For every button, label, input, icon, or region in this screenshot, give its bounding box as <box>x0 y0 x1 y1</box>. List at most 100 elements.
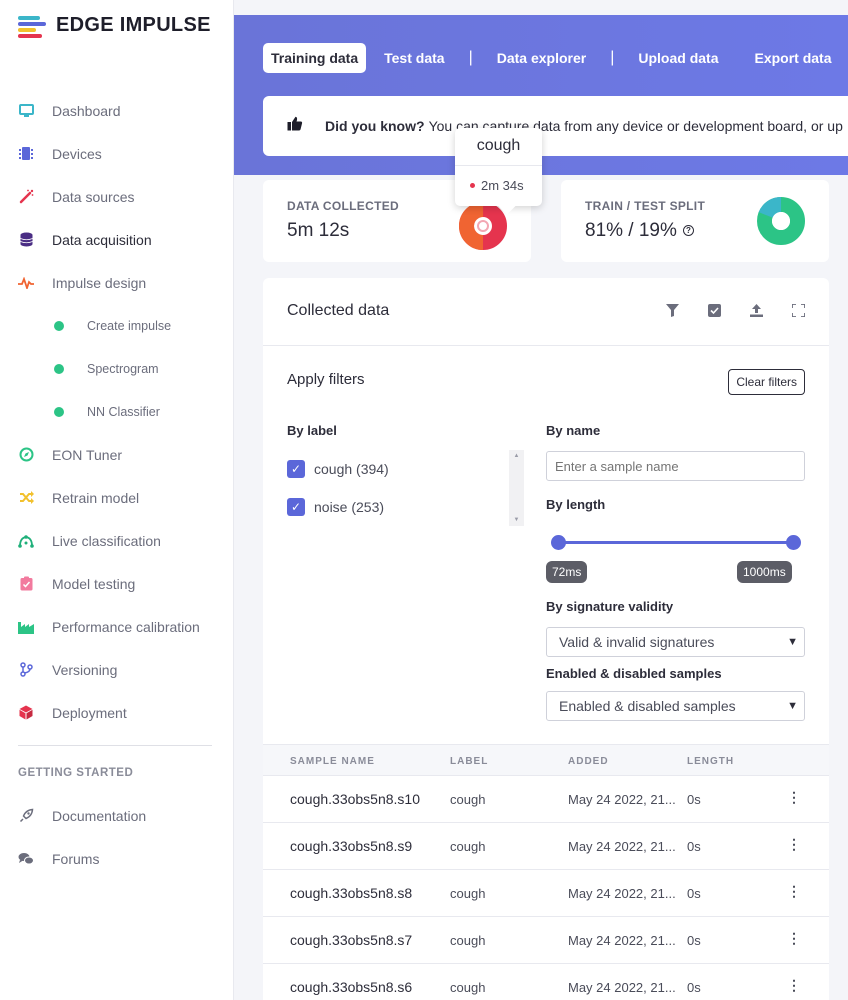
help-icon[interactable]: ? <box>682 225 694 236</box>
clipboard-check-icon <box>18 576 34 592</box>
sidebar-subitem-create-impulse[interactable]: Create impulse <box>0 304 233 347</box>
sidebar-subitem-nn-classifier[interactable]: NN Classifier <box>0 390 233 433</box>
row-menu-icon[interactable]: ⋮ <box>787 930 801 947</box>
signature-validity-select[interactable]: Valid & invalid signatures ▼ <box>546 627 805 657</box>
sample-name-cell[interactable]: cough.33obs5n8.s9 <box>290 838 412 854</box>
train-test-split-donut[interactable] <box>757 197 805 245</box>
tab-data-explorer[interactable]: Data explorer <box>489 43 594 73</box>
sidebar-item-data-sources[interactable]: Data sources <box>0 175 233 218</box>
length-min-label: 72ms <box>546 561 588 583</box>
sample-added-cell: May 24 2022, 21... <box>568 980 676 995</box>
row-menu-icon[interactable]: ⋮ <box>787 977 801 994</box>
sidebar-item-live-classification[interactable]: Live classification <box>0 519 233 562</box>
sample-name-cell[interactable]: cough.33obs5n8.s10 <box>290 791 420 807</box>
scroll-up-icon[interactable]: ▲ <box>509 453 524 459</box>
sample-length-cell: 0s <box>687 839 701 854</box>
tab-export-data[interactable]: Export data <box>746 43 839 73</box>
donut-tooltip: cough 2m 34s <box>455 128 542 206</box>
label-filter-text: noise (253) <box>314 499 385 515</box>
by-length-heading: By length <box>546 497 606 512</box>
enabled-samples-heading: Enabled & disabled samples <box>546 666 722 681</box>
sidebar: EDGE IMPULSE Dashboard Devices Data sour… <box>0 0 234 1000</box>
filter-icon[interactable] <box>665 303 679 317</box>
sidebar-item-data-acquisition[interactable]: Data acquisition <box>0 218 233 261</box>
sidebar-item-retrain-model[interactable]: Retrain model <box>0 476 233 519</box>
sidebar-item-documentation[interactable]: Documentation <box>0 794 233 837</box>
length-slider-track[interactable] <box>558 541 794 544</box>
tab-test-data[interactable]: Test data <box>376 43 452 73</box>
brand-name: EDGE IMPULSE <box>56 14 211 36</box>
sidebar-item-label: Dashboard <box>52 102 121 119</box>
sample-name-cell[interactable]: cough.33obs5n8.s8 <box>290 885 412 901</box>
edge-impulse-logo-icon <box>18 15 48 38</box>
tooltip-divider <box>455 165 542 166</box>
data-collected-donut[interactable] <box>459 202 507 250</box>
label-filter-cough[interactable]: ✓ cough (394) <box>287 450 524 488</box>
select-value: Valid & invalid signatures <box>559 634 715 650</box>
sample-added-cell: May 24 2022, 21... <box>568 839 676 854</box>
chip-icon <box>18 146 34 162</box>
sidebar-item-label: Data acquisition <box>52 231 152 248</box>
label-list-scrollbar[interactable]: ▲ ▼ <box>509 450 524 526</box>
apply-filters-title: Apply filters <box>287 371 365 388</box>
tooltip-title: cough <box>476 137 521 154</box>
sidebar-item-eon-tuner[interactable]: EON Tuner <box>0 433 233 476</box>
sidebar-item-devices[interactable]: Devices <box>0 132 233 175</box>
sample-name-input[interactable] <box>546 451 805 481</box>
expand-icon[interactable] <box>791 303 805 317</box>
sample-label-cell: cough <box>450 886 486 901</box>
by-signature-heading: By signature validity <box>546 599 674 614</box>
row-menu-icon[interactable]: ⋮ <box>787 789 801 806</box>
checkbox-checked-icon[interactable]: ✓ <box>287 460 305 478</box>
row-menu-icon[interactable]: ⋮ <box>787 883 801 900</box>
sidebar-subitem-spectrogram[interactable]: Spectrogram <box>0 347 233 390</box>
table-row[interactable]: cough.33obs5n8.s6 cough May 24 2022, 21.… <box>263 964 829 1000</box>
scroll-down-icon[interactable]: ▼ <box>509 517 524 523</box>
sidebar-item-model-testing[interactable]: Model testing <box>0 562 233 605</box>
sidebar-item-forums[interactable]: Forums <box>0 837 233 880</box>
sample-label-cell: cough <box>450 980 486 995</box>
sidebar-item-deployment[interactable]: Deployment <box>0 691 233 734</box>
sample-length-cell: 0s <box>687 933 701 948</box>
label-filter-noise[interactable]: ✓ noise (253) <box>287 488 524 526</box>
sidebar-item-performance-calibration[interactable]: Performance calibration <box>0 605 233 648</box>
sidebar-item-label: Performance calibration <box>52 618 200 635</box>
sidebar-item-label: Documentation <box>52 807 147 824</box>
tab-training-data[interactable]: Training data <box>263 43 367 73</box>
sidebar-item-impulse-design[interactable]: Impulse design <box>0 261 233 304</box>
column-header-added[interactable]: ADDED <box>568 756 609 767</box>
clear-filters-button[interactable]: Clear filters <box>728 369 805 395</box>
column-header-length[interactable]: LENGTH <box>687 756 734 767</box>
length-slider-min-handle[interactable] <box>551 535 566 550</box>
table-row[interactable]: cough.33obs5n8.s7 cough May 24 2022, 21.… <box>263 917 829 964</box>
brand-logo[interactable]: EDGE IMPULSE <box>18 14 211 38</box>
column-header-sample-name[interactable]: SAMPLE NAME <box>290 756 375 767</box>
wand-icon <box>18 189 34 205</box>
rocket-icon <box>18 808 34 824</box>
sample-name-cell[interactable]: cough.33obs5n8.s6 <box>290 979 412 995</box>
banner-title: Did you know? <box>325 118 425 134</box>
table-row[interactable]: cough.33obs5n8.s9 cough May 24 2022, 21.… <box>263 823 829 870</box>
sample-label-cell: cough <box>450 792 486 807</box>
select-checkbox-icon[interactable] <box>707 303 721 317</box>
sample-added-cell: May 24 2022, 21... <box>568 792 676 807</box>
table-row[interactable]: cough.33obs5n8.s8 cough May 24 2022, 21.… <box>263 870 829 917</box>
row-menu-icon[interactable]: ⋮ <box>787 836 801 853</box>
column-header-label[interactable]: LABEL <box>450 756 488 767</box>
table-row[interactable]: cough.33obs5n8.s10 cough May 24 2022, 21… <box>263 776 829 823</box>
sample-length-cell: 0s <box>687 980 701 995</box>
train-test-split-label: TRAIN / TEST SPLIT <box>585 199 706 213</box>
sidebar-item-versioning[interactable]: Versioning <box>0 648 233 691</box>
upload-icon[interactable] <box>749 303 763 317</box>
sidebar-item-label: Devices <box>52 145 102 162</box>
length-slider-max-handle[interactable] <box>786 535 801 550</box>
sample-label-cell: cough <box>450 933 486 948</box>
sidebar-item-dashboard[interactable]: Dashboard <box>0 89 233 132</box>
checkbox-checked-icon[interactable]: ✓ <box>287 498 305 516</box>
sample-name-cell[interactable]: cough.33obs5n8.s7 <box>290 932 412 948</box>
label-filter-list: ✓ cough (394) ✓ noise (253) <box>287 450 524 526</box>
tab-separator: | <box>468 49 473 66</box>
compass-icon <box>18 447 34 463</box>
tab-upload-data[interactable]: Upload data <box>630 43 726 73</box>
enabled-samples-select[interactable]: Enabled & disabled samples ▼ <box>546 691 805 721</box>
